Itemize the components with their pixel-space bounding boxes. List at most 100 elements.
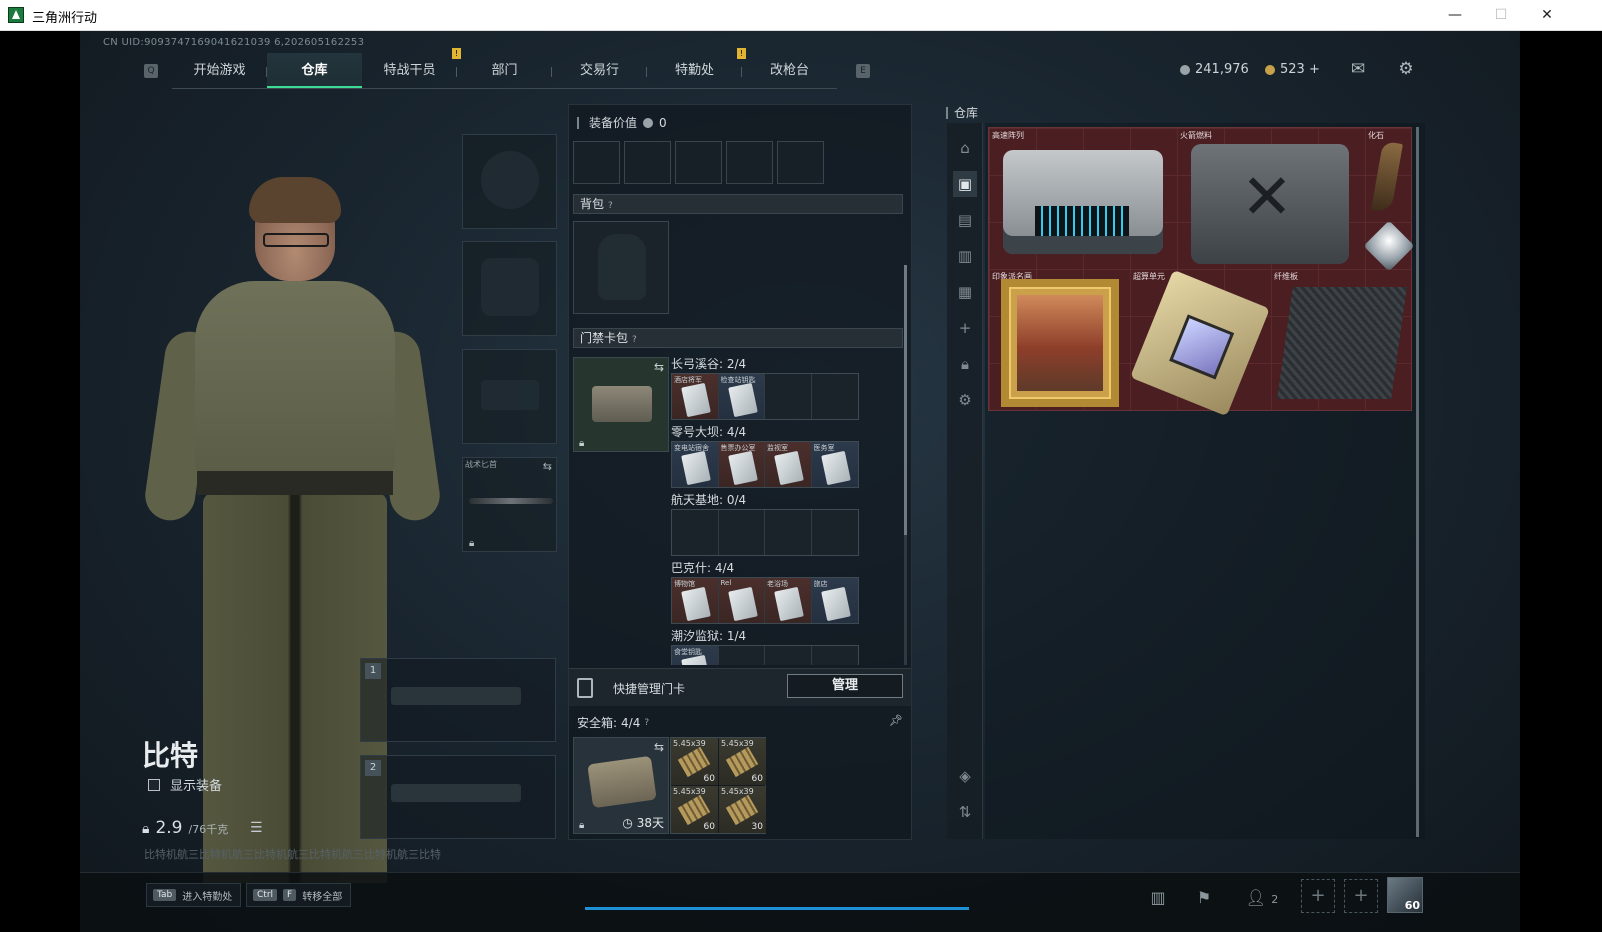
invite-slot-plus-icon[interactable]: + — [1301, 879, 1335, 913]
knife-slot[interactable]: 战术匕首 ⇆ 🔒︎ — [462, 457, 557, 552]
rig-slot[interactable] — [777, 141, 824, 184]
maximize-button[interactable]: ☐ — [1478, 0, 1524, 31]
primary-weapon-slot-2[interactable]: 2 — [360, 755, 556, 839]
empty-card-slot[interactable] — [765, 374, 812, 419]
settings-gear-icon[interactable]: ⚙ — [953, 387, 977, 413]
tab-department[interactable]: 部门 — [457, 53, 552, 88]
close-button[interactable]: ✕ — [1524, 0, 1570, 31]
keycard-slot[interactable]: Rel — [718, 578, 765, 623]
player-avatar[interactable]: 60 — [1387, 877, 1423, 913]
quick-manage-label: 快捷管理门卡 — [613, 682, 686, 696]
lock-icon[interactable]: 🔒︎ — [953, 351, 977, 377]
invite-slot-plus-icon[interactable]: + — [1344, 879, 1378, 913]
safe-box-slot[interactable]: ⇆ 🔒︎ ◷ 38天 — [573, 737, 669, 834]
keycard-scrollbar[interactable] — [904, 265, 907, 665]
keycard-slot[interactable]: 酒店将军 — [672, 374, 719, 419]
keycard-slot[interactable]: 售票办公室 — [718, 442, 765, 487]
show-equipment-toggle[interactable]: 显示装备 — [148, 775, 222, 794]
empty-card-slot[interactable] — [765, 646, 812, 665]
empty-card-slot[interactable] — [811, 510, 858, 555]
keycard-slot[interactable]: 老浴场 — [765, 578, 812, 623]
keycard-slot[interactable]: 监视室 — [765, 442, 812, 487]
stash-item-rocket-fuel[interactable]: 火箭燃料 — [1177, 128, 1365, 269]
help-icon[interactable]: ? — [644, 718, 649, 728]
silver-currency[interactable]: 241,976 — [1180, 62, 1249, 77]
tab-start-game[interactable]: 开始游戏 — [172, 53, 267, 88]
keycard-slot[interactable]: 检查站钥匙 — [718, 374, 765, 419]
stash-page-4-icon[interactable]: ▦ — [953, 279, 977, 305]
sort-icon[interactable]: ⇅ — [953, 799, 977, 825]
stash-page-3-icon[interactable]: ▥ — [953, 243, 977, 269]
empty-card-slot[interactable] — [718, 646, 765, 665]
help-icon[interactable]: ? — [608, 201, 613, 211]
quick-keycard-bar: 快捷管理门卡 管理 — [569, 668, 911, 706]
tab-stash[interactable]: 仓库 — [267, 53, 362, 88]
primary-weapon-slot-1[interactable]: 1 — [360, 658, 556, 742]
ammo-icon — [677, 746, 711, 778]
rig-slot[interactable] — [675, 141, 722, 184]
keycard-slot[interactable]: 医务室 — [811, 442, 858, 487]
card-row: 博物馆 Rel 老浴场 旅店 — [671, 577, 859, 624]
ammo-item[interactable]: 5.45x39 60 — [671, 738, 718, 785]
friends-button[interactable]: 👤︎ 2 — [1240, 883, 1284, 913]
scrollbar-thumb[interactable] — [904, 265, 907, 535]
stash-item-supercomputer-unit[interactable]: 超算单元 — [1130, 269, 1271, 417]
stash-item-painting[interactable]: 印象派名画 — [989, 269, 1130, 410]
nav-next-key[interactable]: E — [856, 64, 870, 78]
stash-page-1-icon[interactable]: ▣ — [953, 171, 977, 197]
tab-special-ops[interactable]: 特勤处! — [647, 48, 746, 88]
tab-gunsmith[interactable]: 改枪台 — [742, 53, 837, 88]
armor-icon — [481, 258, 539, 316]
minimize-button[interactable]: — — [1432, 0, 1478, 31]
keycard-slot[interactable]: 博物馆 — [672, 578, 719, 623]
list-icon[interactable]: ☰ — [250, 820, 263, 836]
armor-slot[interactable] — [462, 241, 557, 336]
ammo-item[interactable]: 5.45x39 60 — [671, 786, 718, 833]
home-icon[interactable]: ⌂ — [953, 135, 977, 161]
stash-scrollbar[interactable] — [1416, 127, 1419, 837]
enter-special-ops-hint[interactable]: Tab 进入特勤处 — [146, 883, 242, 907]
gold-currency[interactable]: 523 + — [1265, 62, 1320, 77]
ammo-item[interactable]: 5.45x39 60 — [719, 738, 766, 785]
rig-slot[interactable] — [624, 141, 671, 184]
help-icon[interactable]: ? — [632, 335, 637, 345]
helmet-slot[interactable] — [462, 134, 557, 229]
keycard-case-slot[interactable]: ⇆ 🔒︎ — [573, 357, 669, 452]
flag-icon[interactable]: ⚑ — [1186, 883, 1222, 913]
manage-button[interactable]: 管理 — [787, 674, 903, 698]
tab-operators[interactable]: 特战干员! — [362, 48, 461, 88]
backpack-label: 背包 — [580, 197, 605, 211]
checkbox-icon[interactable] — [148, 778, 160, 791]
keycard-slot[interactable]: 变电站宿舍 — [672, 442, 719, 487]
swap-icon[interactable]: ⇆ — [654, 740, 664, 754]
keycard-slot[interactable]: 食堂钥匙 — [672, 646, 719, 665]
pistol-slot[interactable] — [462, 349, 557, 444]
stats-chart-icon[interactable]: ▥ — [1140, 883, 1176, 913]
swap-icon[interactable]: ⇆ — [654, 360, 664, 374]
keycard-slot[interactable]: 旅店 — [811, 578, 858, 623]
rig-slot[interactable] — [726, 141, 773, 184]
settings-gear-icon[interactable]: ⚙ — [1396, 60, 1416, 78]
empty-card-slot[interactable] — [811, 374, 858, 419]
stash-item-high-speed-array[interactable]: 高速阵列 — [989, 128, 1177, 269]
empty-card-slot[interactable] — [765, 510, 812, 555]
stash-item-gem[interactable] — [1363, 220, 1415, 272]
nav-prev-key[interactable]: Q — [144, 64, 158, 78]
stash-page-2-icon[interactable]: ▤ — [953, 207, 977, 233]
stash-header: 仓库 — [946, 104, 978, 121]
pin-icon[interactable]: 📌︎ — [889, 714, 903, 727]
empty-card-slot[interactable] — [718, 510, 765, 555]
stash-item-fossil[interactable]: 化石 — [1365, 128, 1412, 222]
rig-slot[interactable] — [573, 141, 620, 184]
tab-trade[interactable]: 交易行 — [552, 53, 647, 88]
stash-item-fiber-board[interactable]: 纤维板 — [1271, 269, 1412, 410]
mail-icon[interactable]: ✉ — [1348, 60, 1368, 78]
empty-card-slot[interactable] — [811, 646, 858, 665]
empty-card-slot[interactable] — [672, 510, 719, 555]
swap-icon[interactable]: ⇆ — [543, 460, 552, 473]
backpack-slot[interactable] — [573, 221, 669, 314]
ammo-item[interactable]: 5.45x39 30 — [719, 786, 766, 833]
layers-icon[interactable]: ◈ — [953, 763, 977, 789]
transfer-all-hint[interactable]: Ctrl F 转移全部 — [246, 883, 352, 907]
add-page-icon[interactable]: + — [953, 315, 977, 341]
